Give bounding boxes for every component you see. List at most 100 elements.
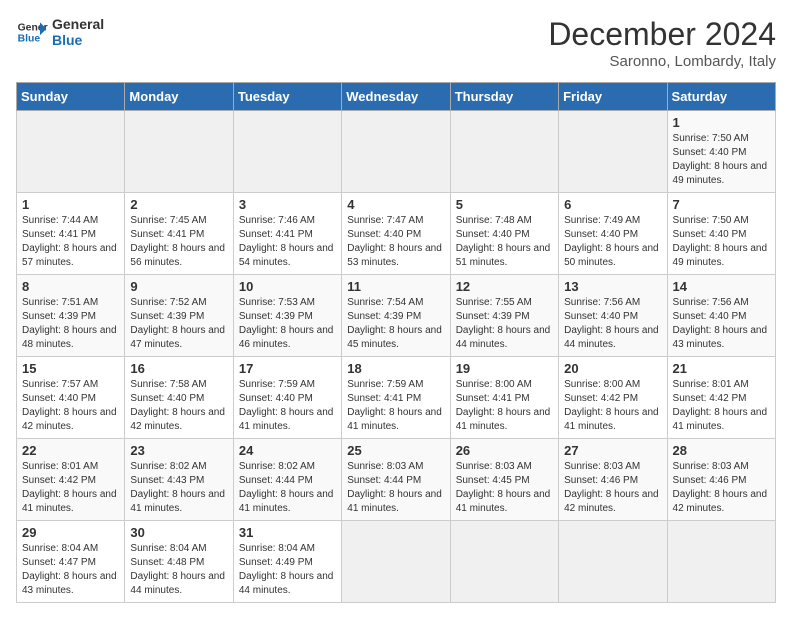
day-info: Sunrise: 8:01 AMSunset: 4:42 PMDaylight:… [673,378,770,434]
calendar-cell: 22 Sunrise: 8:01 AMSunset: 4:42 PMDayligh… [17,439,125,521]
day-number: 21 [673,361,770,376]
calendar-cell: 10 Sunrise: 7:53 AMSunset: 4:39 PMDayligh… [233,275,341,357]
day-info: Sunrise: 8:04 AMSunset: 4:49 PMDaylight:… [239,542,336,598]
logo: General Blue General Blue [16,16,104,48]
day-number: 4 [347,197,444,212]
calendar-cell: 20Sunrise: 8:00 AMSunset: 4:42 PMDayligh… [559,357,667,439]
calendar-week-4: 22 Sunrise: 8:01 AMSunset: 4:42 PMDayligh… [17,439,776,521]
calendar-cell: 5 Sunrise: 7:48 AMSunset: 4:40 PMDaylight… [450,193,558,275]
day-number: 5 [456,197,553,212]
calendar-cell: 23 Sunrise: 8:02 AMSunset: 4:43 PMDayligh… [125,439,233,521]
calendar-cell: 4 Sunrise: 7:47 AMSunset: 4:40 PMDaylight… [342,193,450,275]
day-number: 2 [130,197,227,212]
calendar-week-5: 29 Sunrise: 8:04 AMSunset: 4:47 PMDayligh… [17,521,776,603]
logo-icon: General Blue [16,16,48,48]
day-number: 1 [22,197,119,212]
day-number: 6 [564,197,661,212]
day-number: 8 [22,279,119,294]
calendar-cell: 15Sunrise: 7:57 AMSunset: 4:40 PMDayligh… [17,357,125,439]
calendar-cell [125,111,233,193]
calendar-cell [342,111,450,193]
day-number: 19 [456,361,553,376]
day-number: 13 [564,279,661,294]
calendar-cell: 9 Sunrise: 7:52 AMSunset: 4:39 PMDaylight… [125,275,233,357]
day-info: Sunrise: 8:04 AMSunset: 4:47 PMDaylight:… [22,542,119,598]
calendar-cell [17,111,125,193]
day-info: Sunrise: 8:03 AMSunset: 4:46 PMDaylight:… [564,460,661,516]
day-number: 9 [130,279,227,294]
calendar-cell [559,111,667,193]
calendar-cell: 29 Sunrise: 8:04 AMSunset: 4:47 PMDayligh… [17,521,125,603]
day-number: 1 [673,115,770,130]
day-info: Sunrise: 8:02 AMSunset: 4:44 PMDaylight:… [239,460,336,516]
location-subtitle: Saronno, Lombardy, Italy [548,53,776,70]
day-info: Sunrise: 7:55 AMSunset: 4:39 PMDaylight:… [456,296,553,352]
day-number: 31 [239,525,336,540]
day-number: 20 [564,361,661,376]
calendar-cell: 2Sunrise: 7:45 AMSunset: 4:41 PMDaylight… [125,193,233,275]
day-info: Sunrise: 8:00 AMSunset: 4:41 PMDaylight:… [456,378,553,434]
calendar-cell: 17Sunrise: 7:59 AMSunset: 4:40 PMDayligh… [233,357,341,439]
calendar-cell: 11 Sunrise: 7:54 AMSunset: 4:39 PMDayligh… [342,275,450,357]
calendar-week-0: 1 Sunrise: 7:50 AMSunset: 4:40 PMDaylight… [17,111,776,193]
calendar-cell: 3Sunrise: 7:46 AMSunset: 4:41 PMDaylight… [233,193,341,275]
calendar-cell: 21 Sunrise: 8:01 AMSunset: 4:42 PMDayligh… [667,357,775,439]
day-info: Sunrise: 7:50 AMSunset: 4:40 PMDaylight:… [673,214,770,270]
calendar-cell: 1Sunrise: 7:44 AMSunset: 4:41 PMDaylight… [17,193,125,275]
weekday-header-tuesday: Tuesday [233,83,341,111]
calendar-cell: 12 Sunrise: 7:55 AMSunset: 4:39 PMDayligh… [450,275,558,357]
weekday-header-sunday: Sunday [17,83,125,111]
day-number: 3 [239,197,336,212]
day-info: Sunrise: 7:58 AMSunset: 4:40 PMDaylight:… [130,378,227,434]
day-number: 25 [347,443,444,458]
calendar-cell [450,111,558,193]
weekday-header-wednesday: Wednesday [342,83,450,111]
weekday-header-monday: Monday [125,83,233,111]
calendar-cell: 25 Sunrise: 8:03 AMSunset: 4:44 PMDayligh… [342,439,450,521]
calendar-cell: 16Sunrise: 7:58 AMSunset: 4:40 PMDayligh… [125,357,233,439]
day-number: 23 [130,443,227,458]
day-info: Sunrise: 7:56 AMSunset: 4:40 PMDaylight:… [564,296,661,352]
calendar-cell [450,521,558,603]
day-number: 11 [347,279,444,294]
calendar-cell: 28Sunrise: 8:03 AMSunset: 4:46 PMDayligh… [667,439,775,521]
calendar-cell: 19 Sunrise: 8:00 AMSunset: 4:41 PMDayligh… [450,357,558,439]
day-info: Sunrise: 8:04 AMSunset: 4:48 PMDaylight:… [130,542,227,598]
day-info: Sunrise: 8:01 AMSunset: 4:42 PMDaylight:… [22,460,119,516]
calendar-cell [342,521,450,603]
calendar-cell: 24 Sunrise: 8:02 AMSunset: 4:44 PMDayligh… [233,439,341,521]
day-info: Sunrise: 8:03 AMSunset: 4:46 PMDaylight:… [673,460,770,516]
day-info: Sunrise: 8:03 AMSunset: 4:45 PMDaylight:… [456,460,553,516]
day-info: Sunrise: 7:51 AMSunset: 4:39 PMDaylight:… [22,296,119,352]
day-number: 22 [22,443,119,458]
weekday-header-saturday: Saturday [667,83,775,111]
logo-general: General [52,16,104,32]
day-number: 27 [564,443,661,458]
day-info: Sunrise: 7:54 AMSunset: 4:39 PMDaylight:… [347,296,444,352]
day-info: Sunrise: 7:48 AMSunset: 4:40 PMDaylight:… [456,214,553,270]
calendar-cell: 31 Sunrise: 8:04 AMSunset: 4:49 PMDayligh… [233,521,341,603]
day-info: Sunrise: 7:47 AMSunset: 4:40 PMDaylight:… [347,214,444,270]
day-number: 30 [130,525,227,540]
calendar-cell [233,111,341,193]
day-number: 10 [239,279,336,294]
day-number: 26 [456,443,553,458]
day-info: Sunrise: 7:50 AMSunset: 4:40 PMDaylight:… [673,132,770,188]
day-number: 14 [673,279,770,294]
calendar-table: SundayMondayTuesdayWednesdayThursdayFrid… [16,82,776,603]
day-info: Sunrise: 7:52 AMSunset: 4:39 PMDaylight:… [130,296,227,352]
weekday-header-friday: Friday [559,83,667,111]
calendar-cell: 14Sunrise: 7:56 AMSunset: 4:40 PMDayligh… [667,275,775,357]
calendar-cell: 8 Sunrise: 7:51 AMSunset: 4:39 PMDaylight… [17,275,125,357]
calendar-cell: 27 Sunrise: 8:03 AMSunset: 4:46 PMDayligh… [559,439,667,521]
page-header: General Blue General Blue December 2024 … [16,16,776,70]
day-info: Sunrise: 7:53 AMSunset: 4:39 PMDaylight:… [239,296,336,352]
day-number: 29 [22,525,119,540]
calendar-cell: 1 Sunrise: 7:50 AMSunset: 4:40 PMDaylight… [667,111,775,193]
day-info: Sunrise: 8:02 AMSunset: 4:43 PMDaylight:… [130,460,227,516]
day-number: 12 [456,279,553,294]
calendar-cell: 30 Sunrise: 8:04 AMSunset: 4:48 PMDayligh… [125,521,233,603]
calendar-cell [559,521,667,603]
day-info: Sunrise: 8:03 AMSunset: 4:44 PMDaylight:… [347,460,444,516]
day-number: 24 [239,443,336,458]
